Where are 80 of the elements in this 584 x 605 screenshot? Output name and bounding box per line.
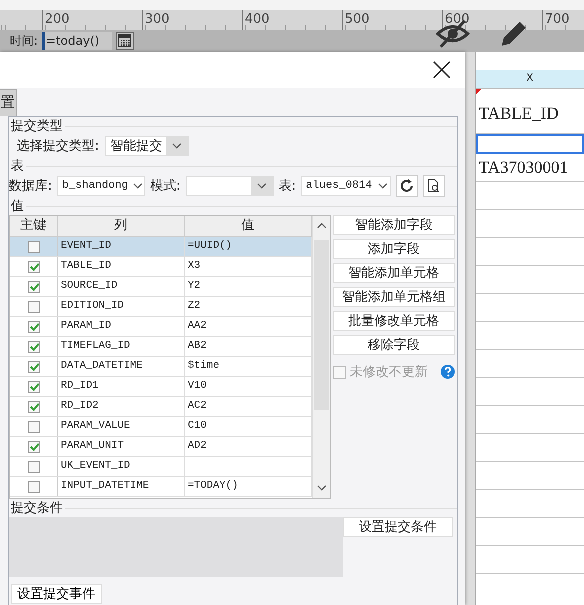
checkbox[interactable]	[28, 280, 40, 292]
checkbox[interactable]	[28, 240, 40, 252]
caret-icon	[133, 183, 144, 189]
table-cell: DATA_DATETIME	[58, 357, 185, 376]
action-button[interactable]: 移除字段	[333, 335, 455, 355]
table-row[interactable]: EDITION_ID Z2	[10, 297, 312, 317]
checkbox[interactable]	[28, 480, 40, 492]
table-row[interactable]: DATA_DATETIME $time	[10, 357, 312, 377]
sheet-cell[interactable]	[476, 134, 584, 154]
section-title: 值	[11, 198, 24, 215]
condition-button[interactable]: 设置提交条件	[343, 517, 453, 537]
checkbox[interactable]	[28, 440, 40, 452]
mode-label: 模式:	[150, 178, 181, 195]
action-button[interactable]: 智能添加单元格	[333, 263, 455, 283]
scroll-down-icon[interactable]	[316, 485, 327, 491]
caret-icon	[256, 183, 267, 189]
checkbox[interactable]	[28, 320, 40, 332]
table-row[interactable]: TIMEFLAG_ID AB2	[10, 337, 312, 357]
checkbox[interactable]	[28, 420, 40, 432]
table-cell: PARAM_ID	[58, 317, 185, 336]
table-row[interactable]: SOURCE_ID Y2	[10, 277, 312, 297]
caret-icon	[378, 183, 388, 189]
table-row[interactable]: UK_EVENT_ID	[10, 457, 312, 477]
action-button[interactable]: 智能添加单元格组	[333, 287, 455, 307]
tab[interactable]: 置	[0, 89, 17, 116]
scrollbar[interactable]	[312, 216, 330, 498]
sheet-cell[interactable]: TA37030001	[476, 154, 584, 182]
table-cell: TIMEFLAG_ID	[58, 337, 185, 356]
section-title: 表	[11, 158, 24, 175]
table-cell: PARAM_VALUE	[58, 417, 185, 436]
table-row[interactable]: INPUT_DATETIME =TODAY()	[10, 477, 312, 497]
scroll-up-icon[interactable]	[316, 223, 327, 229]
column-header[interactable]: X	[476, 70, 584, 89]
database-select[interactable]: b_shandong	[57, 176, 146, 196]
checkbox[interactable]	[28, 380, 40, 392]
table-cell: EDITION_ID	[58, 297, 185, 316]
refresh-icon[interactable]	[396, 175, 418, 197]
action-button[interactable]: 智能添加字段	[333, 215, 455, 235]
action-button[interactable]: 添加字段	[333, 239, 455, 259]
table-row[interactable]: PARAM_UNIT AD2	[10, 437, 312, 457]
checkbox-label: 未修改不更新	[350, 364, 428, 381]
table-cell: UK_EVENT_ID	[58, 457, 185, 476]
table-cell: INPUT_DATETIME	[58, 477, 185, 496]
section-title: 提交类型	[11, 118, 63, 135]
close-icon[interactable]	[433, 61, 451, 79]
table-cell: RD_ID1	[58, 377, 185, 396]
database-label: 数据库:	[9, 178, 52, 195]
table-label: 表:	[278, 178, 296, 195]
action-button[interactable]: 批量修改单元格	[333, 311, 455, 331]
checkbox[interactable]	[28, 300, 40, 312]
checkbox[interactable]	[28, 460, 40, 472]
help-icon[interactable]	[441, 365, 455, 379]
pencil-icon[interactable]	[500, 20, 528, 48]
column-header[interactable]: 列	[58, 216, 185, 236]
checkbox[interactable]	[28, 260, 40, 272]
table-row[interactable]: EVENT_ID =UUID()	[10, 237, 312, 257]
table-row[interactable]: RD_ID2 AC2	[10, 397, 312, 417]
submit-type-label: 选择提交类型:	[17, 138, 100, 155]
table-cell: TABLE_ID	[58, 257, 185, 276]
table-row[interactable]: PARAM_VALUE C10	[10, 417, 312, 437]
parameter-field[interactable]: =today()	[42, 32, 112, 50]
parameter-label: 时间:	[10, 32, 38, 50]
column-header[interactable]: 主键	[10, 216, 58, 236]
section-title: 提交条件	[11, 500, 63, 517]
table-cell: EVENT_ID	[58, 237, 185, 256]
checkbox[interactable]	[28, 340, 40, 352]
table-row[interactable]: TABLE_ID X3	[10, 257, 312, 277]
checkbox[interactable]	[28, 400, 40, 412]
checkbox[interactable]	[28, 360, 40, 372]
event-button[interactable]: 设置提交事件	[11, 584, 102, 604]
table-cell: RD_ID2	[58, 397, 185, 416]
table-select[interactable]: alues_0814	[301, 176, 392, 196]
calendar-icon[interactable]	[116, 32, 134, 50]
submit-type-select[interactable]: 智能提交	[105, 136, 190, 156]
preview-icon[interactable]	[423, 175, 446, 197]
table-cell: PARAM_UNIT	[58, 437, 185, 456]
caret-icon	[172, 143, 182, 149]
table-row[interactable]: RD_ID1 V10	[10, 377, 312, 397]
table-row[interactable]: PARAM_ID AA2	[10, 317, 312, 337]
table-cell: SOURCE_ID	[58, 277, 185, 296]
